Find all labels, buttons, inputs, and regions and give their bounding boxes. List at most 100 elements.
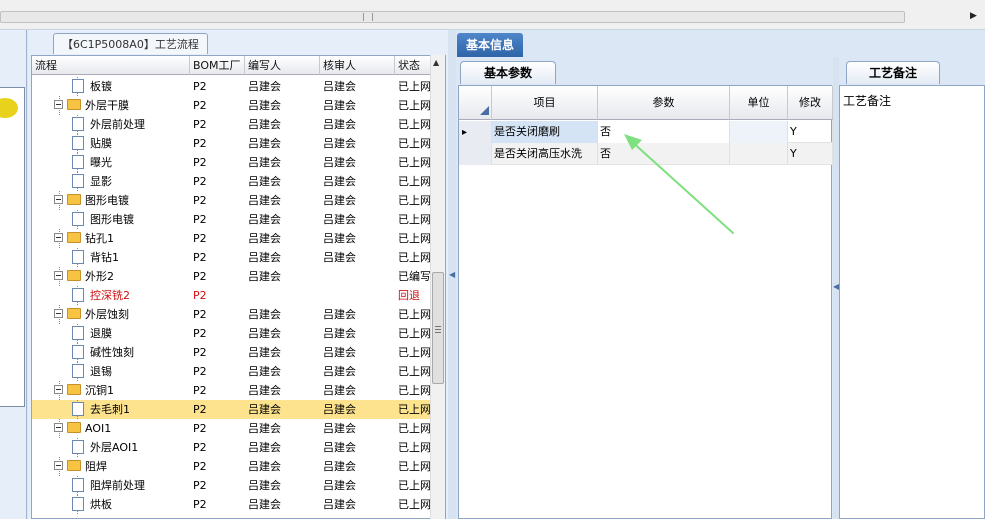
route-node[interactable]: 钻孔1	[54, 229, 190, 248]
col-header-route[interactable]: 流程	[32, 56, 190, 75]
scroll-thumb[interactable]	[363, 13, 373, 21]
tab-basic-params[interactable]: 基本参数	[460, 61, 556, 84]
table-row[interactable]: 阻焊前处理 P2 吕建会 吕建会 已上网	[32, 476, 432, 495]
collapse-icon[interactable]	[54, 461, 63, 470]
scroll-up-arrow-icon[interactable]: ▲	[433, 58, 439, 67]
collapse-arrow-icon[interactable]: ◀	[449, 270, 455, 279]
col-header-reviewer[interactable]: 核审人	[320, 56, 395, 75]
route-node[interactable]: 图形电镀	[54, 191, 190, 210]
table-row[interactable]: 碱性蚀刻 P2 吕建会 吕建会 已上网	[32, 343, 432, 362]
cell-reviewer: 吕建会	[323, 118, 356, 131]
tab-process-remark[interactable]: 工艺备注	[846, 61, 940, 84]
param-col-unit[interactable]: 单位	[730, 86, 788, 120]
route-node[interactable]: 外层AOI1	[72, 438, 190, 457]
cell-writer: 吕建会	[248, 270, 281, 283]
table-row[interactable]: 外层蚀刻 P2 吕建会 吕建会 已上网	[32, 305, 432, 324]
table-row[interactable]: 图形电镀 P2 吕建会 吕建会 已上网	[32, 210, 432, 229]
scroll-right-arrow-icon[interactable]: ▶	[970, 11, 977, 21]
route-node[interactable]: 曝光	[72, 153, 190, 172]
route-node[interactable]: 退膜	[72, 324, 190, 343]
scroll-thumb[interactable]	[432, 272, 444, 384]
cell-bom: P2	[193, 80, 207, 93]
route-node-label: 外层前处理	[90, 118, 145, 131]
table-row[interactable]: 烘板 P2 吕建会 吕建会 已上网	[32, 495, 432, 514]
tab-basic-info[interactable]: 基本信息	[457, 33, 523, 57]
document-icon	[72, 136, 84, 150]
table-row[interactable]: 钻孔1 P2 吕建会 吕建会 已上网	[32, 229, 432, 248]
collapse-icon[interactable]	[54, 271, 63, 280]
route-node[interactable]: 外形2	[54, 267, 190, 286]
route-node-label: 控深铣2	[90, 289, 130, 302]
route-node[interactable]: 外层蚀刻	[54, 305, 190, 324]
table-row[interactable]: 外层AOI1 P2 吕建会 吕建会 已上网	[32, 438, 432, 457]
collapse-icon[interactable]	[54, 385, 63, 394]
table-row[interactable]: 曝光 P2 吕建会 吕建会 已上网	[32, 153, 432, 172]
cell-bom: P2	[193, 498, 207, 511]
route-node[interactable]: 阻焊	[54, 457, 190, 476]
route-node[interactable]: 退锡	[72, 362, 190, 381]
route-node[interactable]: 板镀	[72, 77, 190, 96]
route-node[interactable]: 控深铣2	[72, 286, 190, 305]
cell-writer: 吕建会	[248, 441, 281, 454]
cell-reviewer: 吕建会	[323, 99, 356, 112]
document-icon	[72, 212, 84, 226]
table-row[interactable]: 图形电镀 P2 吕建会 吕建会 已上网	[32, 191, 432, 210]
table-row[interactable]: 退锡 P2 吕建会 吕建会 已上网	[32, 362, 432, 381]
route-node[interactable]: 贴膜	[72, 134, 190, 153]
cell-bom: P2	[193, 384, 207, 397]
table-row[interactable]: 背钻1 P2 吕建会 吕建会 已上网	[32, 248, 432, 267]
param-col-item[interactable]: 项目	[492, 86, 598, 120]
route-node[interactable]: 外层干膜	[54, 96, 190, 115]
table-row[interactable]: 控深铣2 P2 回退	[32, 286, 432, 305]
table-row[interactable]: 去毛刺1 P2 吕建会 吕建会 已上网	[32, 400, 432, 419]
collapse-icon[interactable]	[54, 423, 63, 432]
cell-writer: 吕建会	[248, 403, 281, 416]
document-icon	[72, 402, 84, 416]
col-header-bom[interactable]: BOM工厂	[190, 56, 245, 75]
row-selector[interactable]: ▸	[459, 121, 492, 143]
collapse-icon[interactable]	[54, 309, 63, 318]
cell-reviewer: 吕建会	[323, 251, 356, 264]
route-node[interactable]: 碱性蚀刻	[72, 343, 190, 362]
collapse-icon[interactable]	[54, 100, 63, 109]
cell-writer: 吕建会	[248, 194, 281, 207]
route-node[interactable]: 烘板	[72, 495, 190, 514]
param-col-modify[interactable]: 修改	[788, 86, 833, 120]
cell-writer: 吕建会	[248, 251, 281, 264]
table-row[interactable]: 外层干膜 P2 吕建会 吕建会 已上网	[32, 96, 432, 115]
route-node[interactable]: AOI1	[54, 419, 190, 438]
route-node[interactable]: 去毛刺1	[72, 400, 190, 419]
cell-writer: 吕建会	[248, 80, 281, 93]
cell-writer: 吕建会	[248, 460, 281, 473]
param-cell-item: 是否关闭高压水洗	[492, 143, 598, 165]
route-node[interactable]: 外层前处理	[72, 115, 190, 134]
route-node[interactable]: 显影	[72, 172, 190, 191]
table-row[interactable]: 板镀 P2 吕建会 吕建会 已上网	[32, 77, 432, 96]
cell-reviewer: 吕建会	[323, 327, 356, 340]
route-node[interactable]: 图形电镀	[72, 210, 190, 229]
row-selector[interactable]	[459, 143, 492, 165]
table-row[interactable]: 退膜 P2 吕建会 吕建会 已上网	[32, 324, 432, 343]
cell-bom: P2	[193, 194, 207, 207]
cell-bom: P2	[193, 175, 207, 188]
route-node[interactable]: 背钻1	[72, 248, 190, 267]
route-node[interactable]: 沉铜1	[54, 381, 190, 400]
remark-panel[interactable]	[839, 85, 985, 519]
table-row[interactable]: 阻焊 P2 吕建会 吕建会 已上网	[32, 457, 432, 476]
table-row[interactable]: 显影 P2 吕建会 吕建会 已上网	[32, 172, 432, 191]
table-row[interactable]: AOI1 P2 吕建会 吕建会 已上网	[32, 419, 432, 438]
horizontal-scrollbar[interactable]	[0, 11, 905, 23]
collapse-icon[interactable]	[54, 233, 63, 242]
collapse-icon[interactable]	[54, 195, 63, 204]
param-col-param[interactable]: 参数	[598, 86, 730, 120]
table-row[interactable]: 沉铜1 P2 吕建会 吕建会 已上网	[32, 381, 432, 400]
col-header-writer[interactable]: 编写人	[245, 56, 320, 75]
tab-process-route[interactable]: 【6C1P5008A0】工艺流程	[53, 33, 208, 54]
table-row[interactable]: 外形2 P2 吕建会 已编写	[32, 267, 432, 286]
cell-reviewer: 吕建会	[323, 213, 356, 226]
route-node-label: 外层AOI1	[90, 441, 139, 454]
table-row[interactable]: 外层前处理 P2 吕建会 吕建会 已上网	[32, 115, 432, 134]
table-row[interactable]: 贴膜 P2 吕建会 吕建会 已上网	[32, 134, 432, 153]
route-node-label: 阻焊前处理	[90, 479, 145, 492]
route-node[interactable]: 阻焊前处理	[72, 476, 190, 495]
